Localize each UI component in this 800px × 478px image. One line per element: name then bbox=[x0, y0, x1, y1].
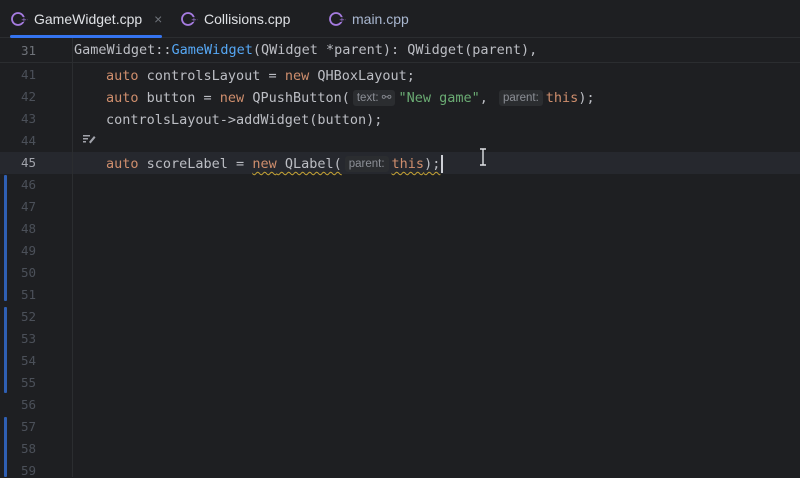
sticky-params: (QWidget *parent): bbox=[252, 42, 408, 58]
keyword: new bbox=[219, 90, 245, 106]
line-number[interactable]: 43 bbox=[0, 111, 36, 126]
keyword: new bbox=[252, 156, 277, 172]
keyword: this bbox=[545, 90, 579, 106]
editor-tab-bar: ++ GameWidget.cpp × ++ Collisions.cpp ++… bbox=[0, 0, 800, 38]
close-icon[interactable]: × bbox=[154, 11, 162, 27]
code-text: controlsLayout = bbox=[138, 68, 285, 84]
line-number[interactable]: 52 bbox=[0, 309, 36, 324]
string-literal: "New game" bbox=[398, 90, 480, 106]
tab-gamewidget-cpp[interactable]: ++ GameWidget.cpp × bbox=[10, 0, 163, 38]
line-number[interactable]: 53 bbox=[0, 331, 36, 346]
tab-label: GameWidget.cpp bbox=[34, 10, 143, 27]
line-number-gutter[interactable]: 41 42 43 44 45 46 47 48 49 50 51 52 53 54 55 56 57 58 59 bbox=[0, 63, 72, 478]
svg-text:++: ++ bbox=[191, 16, 198, 24]
code-text: scoreLabel = bbox=[138, 156, 253, 172]
cpp-file-icon: ++ bbox=[10, 10, 28, 28]
inlay-hint-parent[interactable]: parent: bbox=[344, 156, 389, 172]
line-number[interactable]: 47 bbox=[0, 199, 36, 214]
code-text: ); bbox=[424, 156, 441, 172]
sticky-scope-operator: :: bbox=[155, 42, 172, 58]
tab-collisions-cpp[interactable]: ++ Collisions.cpp bbox=[180, 0, 290, 37]
svg-text:++: ++ bbox=[21, 16, 28, 24]
sticky-init: QWidget(parent), bbox=[407, 42, 538, 58]
sticky-line-number: 31 bbox=[20, 42, 36, 58]
inlay-hint-text[interactable]: text: ⚯ bbox=[352, 90, 396, 106]
code-line-43: controlsLayout->addWidget(button); bbox=[106, 110, 382, 130]
line-number[interactable]: 49 bbox=[0, 243, 36, 258]
line-number[interactable]: 44 bbox=[0, 133, 36, 148]
code-text: button = bbox=[138, 90, 220, 106]
code-text: controlsLayout->addWidget(button); bbox=[106, 112, 383, 128]
edit-hint-icon[interactable] bbox=[82, 131, 96, 145]
line-number[interactable]: 46 bbox=[0, 177, 36, 192]
sticky-class-name: GameWidget bbox=[74, 42, 156, 58]
code-text: QHBoxLayout; bbox=[309, 68, 415, 84]
code-text: QLabel( bbox=[276, 156, 342, 172]
inlay-hint-parent[interactable]: parent: bbox=[498, 90, 543, 106]
ibeam-cursor-icon bbox=[478, 148, 488, 166]
svg-text:++: ++ bbox=[339, 16, 346, 24]
keyword: auto bbox=[106, 68, 139, 84]
line-number[interactable]: 51 bbox=[0, 287, 36, 302]
sticky-scope-header[interactable]: 31 GameWidget :: GameWidget (QWidget *pa… bbox=[0, 38, 800, 63]
keyword: auto bbox=[106, 90, 139, 106]
sticky-ctor-name: GameWidget bbox=[171, 42, 253, 58]
vcs-change-marker[interactable] bbox=[4, 175, 7, 301]
cpp-file-icon: ++ bbox=[328, 10, 346, 28]
line-number[interactable]: 59 bbox=[0, 463, 36, 478]
keyword: this bbox=[391, 156, 425, 172]
line-number[interactable]: 58 bbox=[0, 441, 36, 456]
inlay-hint-label: text: bbox=[356, 92, 379, 104]
line-number[interactable]: 41 bbox=[0, 67, 36, 82]
line-number[interactable]: 55 bbox=[0, 375, 36, 390]
line-number[interactable]: 45 bbox=[0, 155, 36, 170]
line-number[interactable]: 56 bbox=[0, 397, 36, 412]
link-icon: ⚯ bbox=[381, 92, 392, 104]
code-text: QPushButton( bbox=[244, 90, 350, 106]
line-number[interactable]: 54 bbox=[0, 353, 36, 368]
line-number[interactable]: 50 bbox=[0, 265, 36, 280]
tab-label: Collisions.cpp bbox=[204, 10, 291, 27]
code-line-41: auto controlsLayout = new QHBoxLayout; bbox=[106, 66, 415, 86]
line-number[interactable]: 57 bbox=[0, 419, 36, 434]
line-number[interactable]: 48 bbox=[0, 221, 36, 236]
code-line-45: auto scoreLabel = new QLabel(parent: this… bbox=[106, 154, 444, 174]
text-caret bbox=[441, 155, 444, 173]
line-number[interactable]: 42 bbox=[0, 89, 36, 104]
code-text: ); bbox=[578, 90, 595, 106]
tab-label: main.cpp bbox=[352, 10, 409, 27]
keyword: new bbox=[284, 68, 310, 84]
tab-main-cpp[interactable]: ++ main.cpp bbox=[328, 0, 409, 37]
code-line-42: auto button = new QPushButton(text: ⚯ "Ne… bbox=[106, 88, 595, 108]
code-editor[interactable]: auto controlsLayout = new QHBoxLayout; a… bbox=[72, 63, 800, 477]
code-text: , bbox=[479, 90, 496, 106]
cpp-file-icon: ++ bbox=[180, 10, 198, 28]
keyword: auto bbox=[106, 156, 139, 172]
